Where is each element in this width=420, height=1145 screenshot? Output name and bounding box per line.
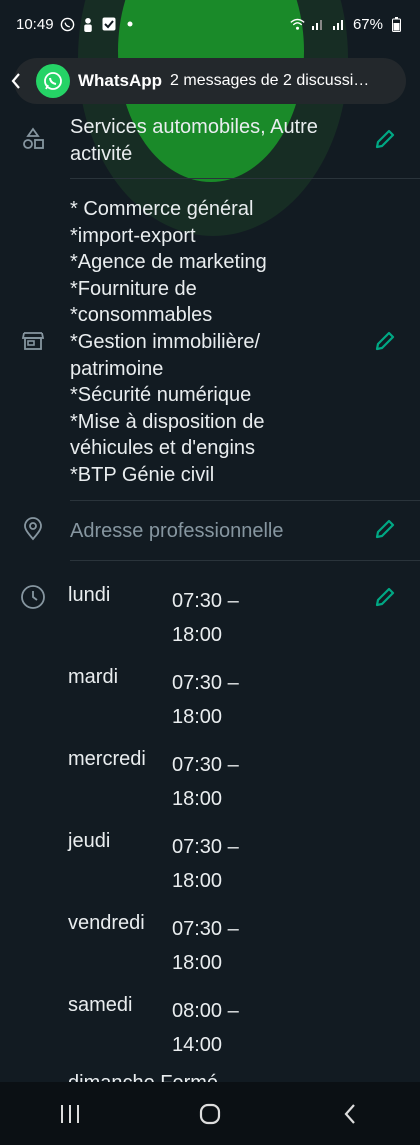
divider [70,178,420,179]
notification-banner[interactable]: WhatsApp 2 messages de 2 discussi… [11,58,406,104]
edit-description-icon[interactable] [372,328,398,354]
description-text: * Commerce général *import-export *Agenc… [70,196,360,489]
description-line: *consommables [70,304,213,327]
description-line: véhicules et d'engins [70,437,256,460]
description-line: patrimoine [70,357,164,380]
chevron-left-icon[interactable] [6,68,26,94]
category-row[interactable]: Services automobiles, Autre activité [0,112,420,178]
status-bar: 10:49 67% [0,0,420,48]
edit-category-icon[interactable] [372,126,398,152]
wifi-icon [290,17,305,32]
dot-status-icon [123,17,138,32]
hours-day: jeudi [68,830,111,852]
signal-icon-1 [311,17,326,32]
description-line: *Mise à disposition de [70,410,265,433]
description-line: * Commerce général [70,198,254,220]
person-status-icon [81,17,96,32]
whatsapp-logo-icon [36,64,70,98]
description-line: *Fourniture de [70,277,197,300]
status-right: 67% [290,16,404,33]
hours-time: 08:00 – 14:00 [172,1000,239,1056]
location-pin-icon [20,516,46,542]
hours-day: vendredi [68,912,145,934]
description-line: *BTP Génie civil [70,463,215,486]
notification-message: 2 messages de 2 discussi… [170,72,370,89]
notification-app-name: WhatsApp [78,71,163,90]
hours-time: 07:30 – 18:00 [172,590,239,646]
description-line: *Gestion immobilière/ [70,330,261,353]
category-icon [20,126,46,152]
edit-hours-icon[interactable] [372,584,398,610]
hours-time: 07:30 – 18:00 [172,836,239,892]
address-row[interactable]: Adresse professionnelle [0,502,420,560]
divider [70,560,420,561]
battery-percent: 67% [352,15,383,33]
description-line: *Sécurité numérique [70,384,252,407]
clock-icon [20,584,46,610]
hours-day: mercredi [68,748,146,770]
edit-address-icon[interactable] [372,516,398,542]
status-time: 10:49 [16,15,54,33]
home-icon[interactable] [190,1094,230,1134]
system-nav-bar [0,1082,420,1145]
hours-time: 07:30 – 18:00 [172,672,239,728]
address-placeholder: Adresse professionnelle [70,520,284,542]
hours-day: samedi [68,994,133,1016]
category-text: Services automobiles, Autre activité [70,116,318,165]
description-line: *Agence de marketing [70,251,267,274]
divider [70,500,420,501]
recent-apps-icon[interactable] [50,1094,90,1134]
checkbox-status-icon [102,17,117,32]
hours-day: lundi [68,584,111,606]
back-icon[interactable] [330,1094,370,1134]
description-row[interactable]: * Commerce général *import-export *Agenc… [0,180,420,500]
description-line: *import-export [70,224,196,247]
hours-time: 07:30 – 18:00 [172,754,239,810]
hours-day: mardi [68,666,119,688]
whatsapp-status-icon [60,17,75,32]
battery-icon [389,16,404,32]
hours-time: 07:30 – 18:00 [172,918,239,974]
signal-icon-2 [332,17,347,32]
status-left: 10:49 [16,16,138,33]
store-icon [20,328,46,354]
